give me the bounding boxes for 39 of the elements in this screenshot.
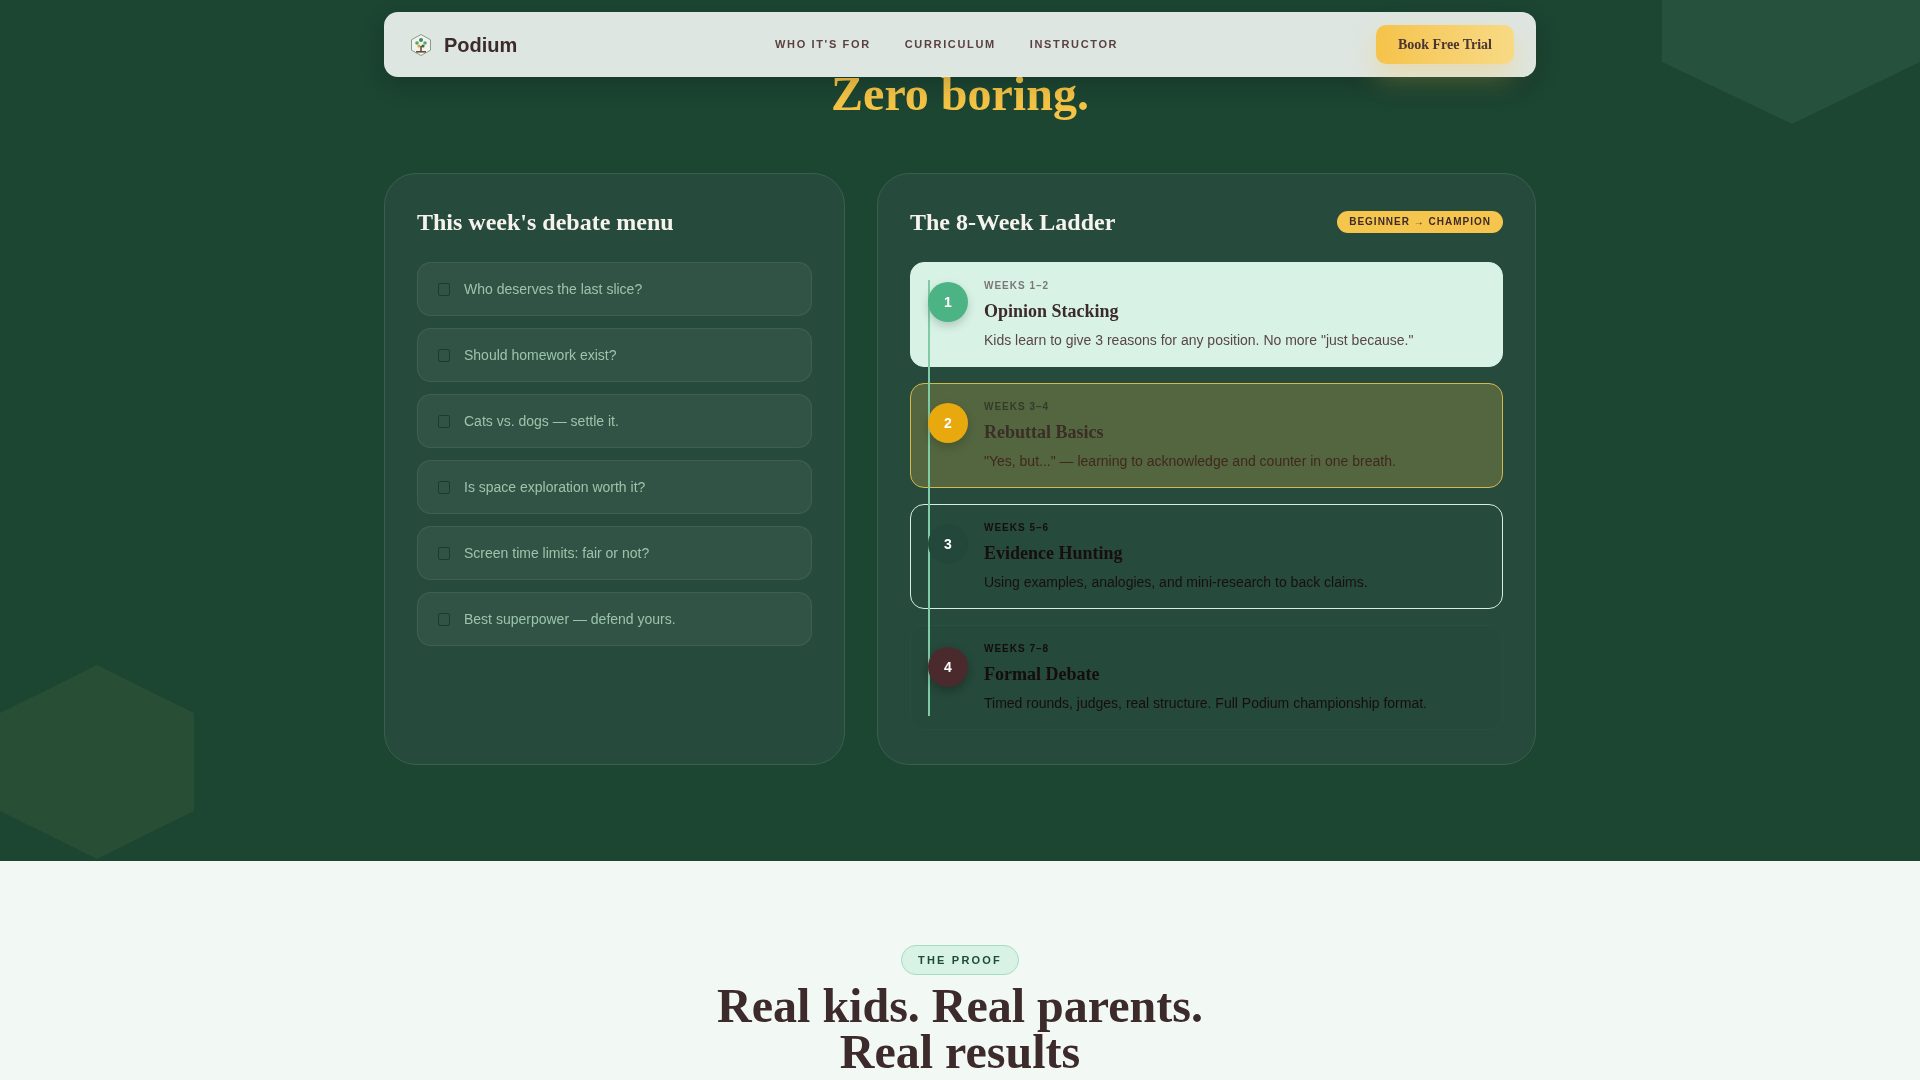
step-title: Opinion Stacking <box>984 300 1120 323</box>
step-weeks: WEEKS 7–8 <box>984 642 1051 656</box>
section-headline: Real kids. Real parents. Real results <box>716 983 1204 1075</box>
checkbox[interactable] <box>438 414 450 428</box>
step-description: "Yes, but..." — learning to acknowledge and counter in one breath. <box>984 452 1397 471</box>
book-trial-button[interactable]: Book Free Trial <box>1375 25 1514 64</box>
step-number: 4 <box>928 647 968 687</box>
topic-label: Should homework exist? <box>464 346 617 365</box>
card-title: The 8-Week Ladder <box>910 208 1116 237</box>
step-number: 1 <box>928 282 968 322</box>
step-number: 3 <box>928 524 968 564</box>
checkbox[interactable] <box>438 546 450 560</box>
step-description: Using examples, analogies, and mini-research to back claims. <box>984 573 1369 592</box>
level-badge: BEGINNER → CHAMPION <box>1337 211 1503 233</box>
step-title: Evidence Hunting <box>984 542 1124 565</box>
hero-headline: Zero boring. <box>831 70 1089 118</box>
step-title: Formal Debate <box>984 663 1101 686</box>
step-title: Rebuttal Basics <box>984 421 1105 444</box>
nav-link[interactable]: WHO IT'S FOR <box>775 36 871 53</box>
card-title: This week's debate menu <box>417 208 675 237</box>
step-weeks: WEEKS 1–2 <box>984 279 1051 293</box>
step-number: 2 <box>928 403 968 443</box>
topic-label: Cats vs. dogs — settle it. <box>464 412 619 431</box>
step-weeks: WEEKS 5–6 <box>984 521 1051 535</box>
topic-label: Who deserves the last slice? <box>464 280 643 299</box>
topic-label: Best superpower — defend yours. <box>464 610 676 629</box>
step-description: Kids learn to give 3 reasons for any position. No more "just because." <box>984 331 1415 350</box>
topic-label: Screen time limits: fair or not? <box>464 544 650 563</box>
step-description: Timed rounds, judges, real structure. Full Podium championship format. <box>984 694 1428 713</box>
topic-label: Is space exploration worth it? <box>464 478 646 497</box>
nav-link[interactable]: INSTRUCTOR <box>1029 36 1119 53</box>
hexagon-emblem-icon <box>410 33 432 56</box>
brand-name: Podium <box>444 32 518 58</box>
checkbox[interactable] <box>438 282 450 296</box>
checkbox[interactable] <box>438 480 450 494</box>
section-tag: THE PROOF <box>901 945 1019 975</box>
nav-link[interactable]: CURRICULUM <box>904 36 996 53</box>
checkbox[interactable] <box>438 612 450 626</box>
checkbox[interactable] <box>438 348 450 362</box>
